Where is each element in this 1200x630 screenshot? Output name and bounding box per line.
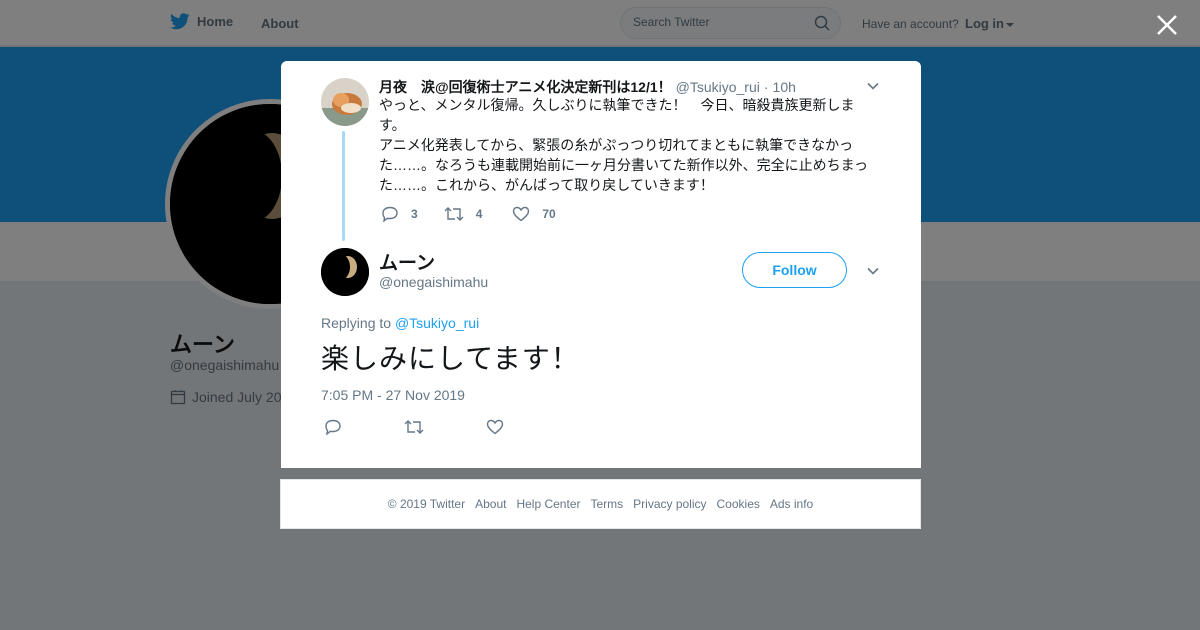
chevron-down-icon[interactable] — [866, 79, 880, 93]
ancestor-tweet-header: 月夜 涙@回復術士アニメ化決定新刊は12/1！ @Tsukiyo_rui · 10h — [379, 77, 796, 97]
footer-copyright: © 2019 Twitter — [387, 497, 466, 511]
heart-icon — [486, 419, 504, 435]
cat-avatar-image — [321, 78, 369, 126]
main-tweet-actions — [324, 419, 566, 440]
ancestor-retweet-button[interactable]: 4 — [444, 206, 483, 222]
replying-prefix: Replying to — [321, 315, 392, 331]
modal-footer: © 2019 Twitter About Help Center Terms P… — [280, 479, 921, 529]
chevron-down-icon[interactable] — [866, 264, 880, 278]
main-tweet-text: 楽しみにしてます！ — [321, 343, 580, 374]
ancestor-time-separator: · — [763, 79, 769, 95]
retweet-icon — [444, 207, 464, 221]
follow-button[interactable]: Follow — [742, 252, 847, 288]
main-tweet-timestamp[interactable]: 7:05 PM - 27 Nov 2019 — [321, 387, 465, 403]
replying-to: Replying to @Tsukiyo_rui — [321, 315, 479, 331]
footer-link-terms[interactable]: Terms — [590, 497, 623, 511]
footer-link-privacy[interactable]: Privacy policy — [633, 497, 706, 511]
main-tweet-author-handle[interactable]: @onegaishimahu — [379, 274, 488, 290]
ancestor-retweet-count: 4 — [475, 207, 483, 221]
ancestor-tweet-actions: 3 4 70 — [381, 206, 582, 222]
main-reply-button[interactable] — [324, 419, 342, 440]
ancestor-author-handle[interactable]: @Tsukiyo_rui — [676, 79, 760, 95]
footer-link-help-center[interactable]: Help Center — [516, 497, 580, 511]
main-retweet-button[interactable] — [404, 419, 424, 440]
footer-link-cookies[interactable]: Cookies — [717, 497, 760, 511]
main-tweet-author-name[interactable]: ムーン — [379, 248, 435, 275]
moon-avatar-image — [321, 248, 369, 296]
thread-connector-line — [342, 131, 345, 241]
heart-icon — [513, 206, 530, 222]
tweet-modal: 月夜 涙@回復術士アニメ化決定新刊は12/1！ @Tsukiyo_rui · 10h … — [281, 61, 921, 468]
ancestor-like-count: 70 — [542, 207, 556, 221]
main-like-button[interactable] — [486, 419, 504, 440]
reply-icon — [325, 419, 341, 436]
ancestor-reply-button[interactable]: 3 — [381, 206, 418, 222]
close-icon[interactable] — [1154, 12, 1180, 38]
footer-link-about[interactable]: About — [475, 497, 506, 511]
replying-to-link[interactable]: @Tsukiyo_rui — [395, 315, 479, 331]
main-tweet-avatar[interactable] — [321, 248, 369, 296]
footer-link-ads-info[interactable]: Ads info — [770, 497, 813, 511]
ancestor-like-button[interactable]: 70 — [512, 206, 556, 222]
ancestor-reply-count: 3 — [411, 207, 418, 221]
ancestor-tweet-text: やっと、メンタル復帰。久しぶりに執筆できた！ 今日、暗殺貴族更新します。 アニメ… — [379, 97, 869, 193]
ancestor-tweet-time[interactable]: 10h — [773, 79, 796, 95]
retweet-icon — [404, 420, 424, 434]
reply-icon — [382, 206, 398, 222]
ancestor-avatar[interactable] — [321, 78, 369, 126]
ancestor-author-name[interactable]: 月夜 涙@回復術士アニメ化決定新刊は12/1！ — [379, 79, 672, 95]
